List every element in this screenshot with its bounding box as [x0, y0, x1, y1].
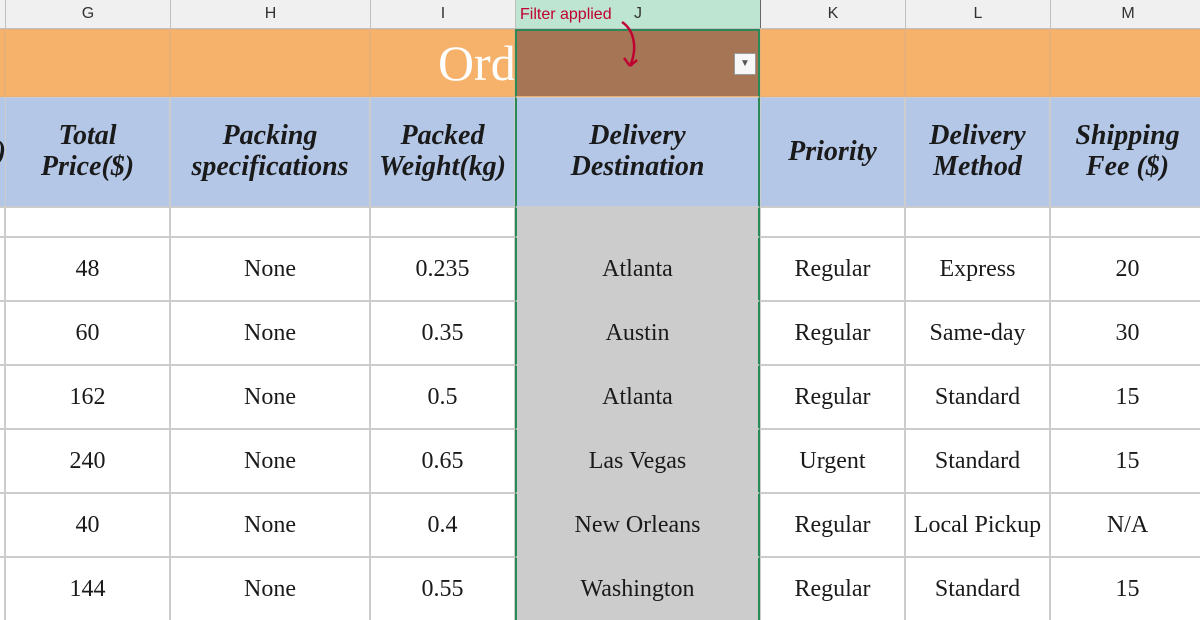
table-header-packed-weight[interactable]: Packed Weight(kg) — [370, 97, 515, 207]
data-cell-K[interactable]: Urgent — [760, 429, 905, 493]
blank-cell[interactable] — [1050, 207, 1200, 237]
data-cell-G[interactable]: 60 — [5, 301, 170, 365]
table-row: 60None0.35AustinRegularSame-day30 — [0, 301, 1200, 365]
title-cell-I[interactable]: Orders — [370, 29, 515, 97]
column-header-K[interactable]: K — [760, 0, 905, 28]
data-cell-I[interactable]: 0.65 — [370, 429, 515, 493]
data-cell-H[interactable]: None — [170, 301, 370, 365]
column-header-G[interactable]: G — [5, 0, 170, 28]
data-cell-M[interactable]: 30 — [1050, 301, 1200, 365]
column-header-I[interactable]: I — [370, 0, 515, 28]
data-cell-K[interactable]: Regular — [760, 237, 905, 301]
blank-cell[interactable] — [170, 207, 370, 237]
table-header-row: ) Total Price($) Packing specifications … — [0, 97, 1200, 207]
title-cell-G[interactable] — [5, 29, 170, 97]
data-cell-J[interactable]: Atlanta — [515, 237, 760, 301]
data-cell-J[interactable]: New Orleans — [515, 493, 760, 557]
data-cell-M[interactable]: 15 — [1050, 365, 1200, 429]
sheet-title: Orders — [438, 34, 515, 92]
data-cell-G[interactable]: 48 — [5, 237, 170, 301]
data-cell-L[interactable]: Standard — [905, 429, 1050, 493]
data-cell-J[interactable]: Washington — [515, 557, 760, 620]
data-cell-L[interactable]: Same-day — [905, 301, 1050, 365]
blank-cell[interactable] — [905, 207, 1050, 237]
data-cell-M[interactable]: N/A — [1050, 493, 1200, 557]
column-header-H[interactable]: H — [170, 0, 370, 28]
data-cell-K[interactable]: Regular — [760, 493, 905, 557]
data-cell-H[interactable]: None — [170, 429, 370, 493]
table-row: 144None0.55WashingtonRegularStandard15 — [0, 557, 1200, 620]
data-cell-M[interactable]: 20 — [1050, 237, 1200, 301]
title-cell-L[interactable] — [905, 29, 1050, 97]
table-header-delivery-destination[interactable]: Delivery Destination — [515, 97, 760, 207]
title-cell-J[interactable]: ▼ — [515, 29, 760, 97]
data-cell-G[interactable]: 162 — [5, 365, 170, 429]
data-cell-I[interactable]: 0.35 — [370, 301, 515, 365]
data-cell-I[interactable]: 0.235 — [370, 237, 515, 301]
data-cell-H[interactable]: None — [170, 237, 370, 301]
data-cell-M[interactable]: 15 — [1050, 429, 1200, 493]
table-header-delivery-method[interactable]: Delivery Method — [905, 97, 1050, 207]
data-cell-K[interactable]: Regular — [760, 365, 905, 429]
data-cell-I[interactable]: 0.4 — [370, 493, 515, 557]
data-cell-L[interactable]: Standard — [905, 557, 1050, 620]
blank-cell[interactable] — [5, 207, 170, 237]
table-header-shipping-fee[interactable]: Shipping Fee ($) — [1050, 97, 1200, 207]
blank-cell[interactable] — [370, 207, 515, 237]
table-header-total-price[interactable]: Total Price($) — [5, 97, 170, 207]
data-cell-H[interactable]: None — [170, 493, 370, 557]
title-cell-H[interactable] — [170, 29, 370, 97]
blank-cell[interactable] — [760, 207, 905, 237]
data-cell-K[interactable]: Regular — [760, 557, 905, 620]
table-row: 240None0.65Las VegasUrgentStandard15 — [0, 429, 1200, 493]
title-row: Orders ▼ — [0, 29, 1200, 97]
autofilter-dropdown-J[interactable]: ▼ — [734, 53, 756, 75]
column-header-row: G H I J K L M — [0, 0, 1200, 29]
blank-cell-J[interactable] — [515, 207, 760, 237]
data-cell-H[interactable]: None — [170, 365, 370, 429]
table-row: 48None0.235AtlantaRegularExpress20 — [0, 237, 1200, 301]
data-cell-I[interactable]: 0.55 — [370, 557, 515, 620]
column-header-L[interactable]: L — [905, 0, 1050, 28]
data-cell-G[interactable]: 240 — [5, 429, 170, 493]
data-cell-H[interactable]: None — [170, 557, 370, 620]
blank-row — [0, 207, 1200, 237]
table-header-packing-spec[interactable]: Packing specifications — [170, 97, 370, 207]
title-cell-K[interactable] — [760, 29, 905, 97]
table-row: 40None0.4New OrleansRegularLocal PickupN… — [0, 493, 1200, 557]
data-cell-K[interactable]: Regular — [760, 301, 905, 365]
data-cell-G[interactable]: 144 — [5, 557, 170, 620]
column-header-M[interactable]: M — [1050, 0, 1200, 28]
data-cell-L[interactable]: Local Pickup — [905, 493, 1050, 557]
data-cell-G[interactable]: 40 — [5, 493, 170, 557]
table-row: 162None0.5AtlantaRegularStandard15 — [0, 365, 1200, 429]
data-cell-L[interactable]: Standard — [905, 365, 1050, 429]
data-cell-I[interactable]: 0.5 — [370, 365, 515, 429]
column-header-J[interactable]: J — [515, 0, 760, 28]
data-cell-M[interactable]: 15 — [1050, 557, 1200, 620]
data-cell-J[interactable]: Atlanta — [515, 365, 760, 429]
data-cell-L[interactable]: Express — [905, 237, 1050, 301]
chevron-down-icon: ▼ — [740, 58, 750, 69]
data-cell-J[interactable]: Las Vegas — [515, 429, 760, 493]
data-cell-J[interactable]: Austin — [515, 301, 760, 365]
table-header-priority[interactable]: Priority — [760, 97, 905, 207]
title-cell-M[interactable] — [1050, 29, 1200, 97]
